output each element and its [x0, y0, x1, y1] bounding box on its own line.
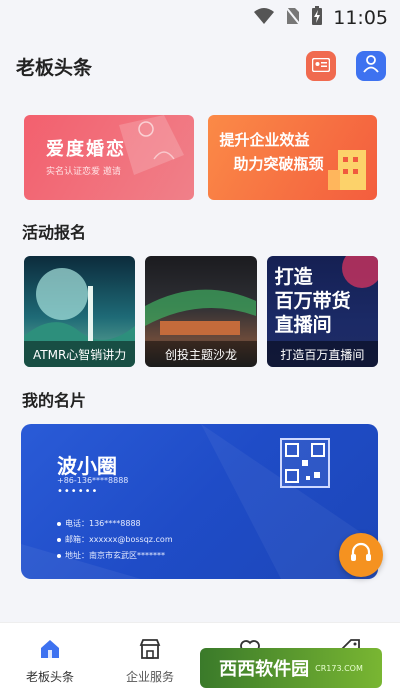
business-card[interactable]: 波小圈 +86-136****8888 •••••• 电话：136****888… — [21, 424, 378, 579]
card-address-text: 地址：南京市玄武区******* — [65, 551, 165, 560]
nav-item-enterprise[interactable]: 企业服务 — [100, 623, 200, 700]
watermark-site: CR173.COM — [315, 663, 363, 673]
wifi-icon — [253, 7, 275, 29]
card-dots: •••••• — [57, 486, 99, 497]
banner-dating[interactable]: 爱度婚恋 实名认证恋爱 邀请 — [24, 115, 194, 200]
business-card-button[interactable] — [306, 51, 336, 81]
status-bar: 11:05 — [0, 0, 400, 36]
activity-poster-line: 直播间 — [274, 314, 332, 336]
banner-dating-subtitle: 实名认证恋爱 邀请 — [46, 167, 121, 177]
store-icon — [139, 639, 161, 662]
banner-enterprise-line1: 提升企业效益 — [219, 131, 310, 149]
card-email-text: 邮箱：xxxxxx@bossqz.com — [65, 535, 173, 544]
nav-item-headlines[interactable]: 老板头条 — [0, 623, 100, 700]
card-phone-row: 电话：136****8888 — [57, 518, 141, 529]
card-address-row: 地址：南京市玄武区******* — [57, 550, 165, 561]
activity-label: 创投主题沙龙 — [145, 341, 257, 367]
banner-carousel: 爱度婚恋 实名认证恋爱 邀请 提升企业效益 助力突破瓶颈 — [24, 115, 377, 200]
battery-charging-icon — [311, 6, 323, 30]
user-profile-button[interactable] — [356, 51, 386, 81]
user-icon — [363, 55, 379, 77]
section-title-my-card: 我的名片 — [22, 391, 87, 410]
card-email-row: 邮箱：xxxxxx@bossqz.com — [57, 534, 173, 545]
qr-code-icon[interactable] — [280, 438, 330, 488]
activity-poster-line: 百万带货 — [274, 290, 351, 312]
activity-list: ATMR心智销讲力 创投主题沙龙 打造 百万带货 直播间 打造百万直播间 — [24, 256, 378, 367]
card-name: 波小圈 — [57, 454, 117, 478]
id-card-icon — [311, 57, 331, 76]
customer-service-button[interactable] — [339, 533, 383, 577]
no-sim-icon — [284, 5, 303, 30]
activity-label: ATMR心智销讲力 — [24, 341, 136, 367]
activity-label: 打造百万直播间 — [266, 341, 378, 367]
watermark-logo: 西西软件园 CR173.COM — [200, 648, 382, 688]
banner-enterprise[interactable]: 提升企业效益 助力突破瓶颈 — [207, 115, 377, 200]
banner-dating-title: 爱度婚恋 — [46, 139, 126, 160]
activity-card[interactable]: 创投主题沙龙 — [145, 256, 257, 367]
activity-card[interactable]: 打造 百万带货 直播间 打造百万直播间 — [266, 256, 378, 367]
nav-label: 老板头条 — [25, 670, 74, 684]
app-bar: 老板头条 — [0, 44, 400, 88]
page-title: 老板头条 — [16, 56, 93, 79]
card-phone-top: +86-136****8888 — [57, 476, 129, 485]
watermark-text: 西西软件园 — [219, 659, 310, 680]
home-icon — [39, 639, 61, 662]
banner-enterprise-line2: 助力突破瓶颈 — [233, 155, 324, 173]
section-title-activities: 活动报名 — [22, 223, 87, 242]
activity-poster-line: 打造 — [274, 266, 313, 288]
status-time: 11:05 — [333, 7, 388, 29]
headset-icon — [349, 541, 373, 569]
card-phone-text: 电话：136****8888 — [65, 519, 141, 528]
activity-card[interactable]: ATMR心智销讲力 — [24, 256, 136, 367]
nav-label: 企业服务 — [125, 670, 174, 684]
